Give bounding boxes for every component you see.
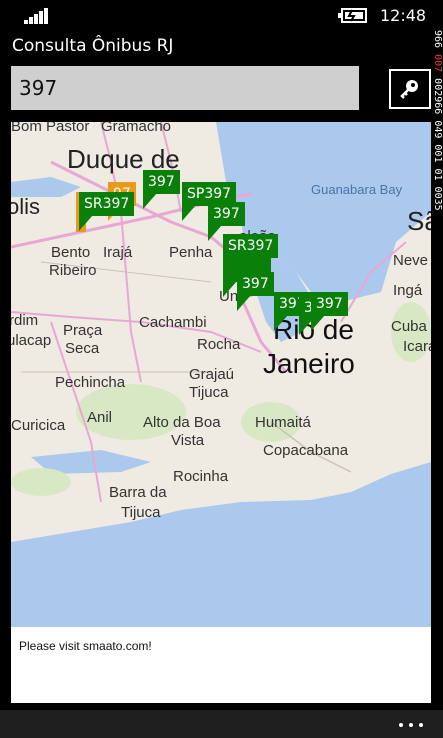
map-label: Bento: [51, 244, 91, 261]
map-label: Janeiro: [263, 348, 355, 379]
map-label: Barra da: [109, 484, 167, 501]
map-label: Copacabana: [263, 442, 349, 459]
status-bar: 12:48: [0, 0, 443, 32]
map-label: Icaraí: [403, 338, 431, 355]
clock: 12:48: [380, 6, 427, 25]
map-label: Grajaú: [189, 366, 235, 383]
battery-charging-icon: [338, 8, 367, 23]
ad-text: Please visit smaato.com!: [19, 639, 152, 653]
map-label: Ribeiro: [49, 262, 97, 279]
map-label: Rocha: [197, 336, 241, 353]
bus-marker[interactable]: 397: [311, 292, 348, 331]
map-label: Irajá: [103, 244, 133, 261]
search-input[interactable]: [11, 66, 359, 110]
ad-banner[interactable]: Please visit smaato.com!: [11, 627, 431, 703]
map-label: Sã: [407, 206, 431, 236]
map-label: Vista: [171, 432, 205, 449]
map-label: Cuba: [391, 318, 427, 335]
map-label: Humaitá: [255, 414, 311, 431]
map-label: olis: [11, 194, 41, 219]
search-button[interactable]: [389, 69, 431, 109]
app-title: Consulta Ônibus RJ: [12, 36, 174, 56]
map-label: Praça: [63, 322, 103, 339]
signal-bars-icon: [24, 8, 50, 24]
map-label: Neve: [393, 252, 429, 269]
map-label: rdim: [11, 312, 39, 329]
map-label: ulacap: [11, 332, 52, 349]
bus-marker[interactable]: 397: [143, 170, 180, 209]
map-label: Cachambi: [139, 314, 207, 331]
map-label: Anil: [87, 409, 113, 426]
bus-marker[interactable]: SR397: [79, 192, 135, 231]
map-label: Bom Pastor: [11, 122, 90, 135]
map-label: Rocinha: [173, 468, 229, 485]
map-label: Curicica: [11, 417, 66, 434]
map-view[interactable]: Bom Pastor Gramacho Duque de olis Bento …: [11, 122, 431, 627]
map-label: Guanabara Bay: [311, 182, 403, 197]
debug-counter-strip: 966 007 002966 049 001 01 0035: [432, 30, 443, 211]
search-key-icon: [400, 80, 418, 99]
more-ellipsis-icon[interactable]: [397, 716, 425, 732]
map-label: Seca: [65, 340, 100, 357]
map-label: Ingá: [393, 282, 423, 299]
map-label: Pechincha: [55, 374, 126, 391]
map-label: Tijuca: [189, 384, 229, 401]
app-bar: [0, 710, 443, 738]
map-label: Penha: [169, 244, 213, 261]
bus-marker[interactable]: 397: [208, 202, 245, 241]
map-label: Tijuca: [121, 504, 161, 521]
bus-marker[interactable]: SR397: [223, 234, 279, 273]
bus-marker[interactable]: 397: [237, 272, 274, 311]
map-label: Gramacho: [101, 122, 172, 135]
map-label: Alto da Boa: [143, 414, 221, 431]
